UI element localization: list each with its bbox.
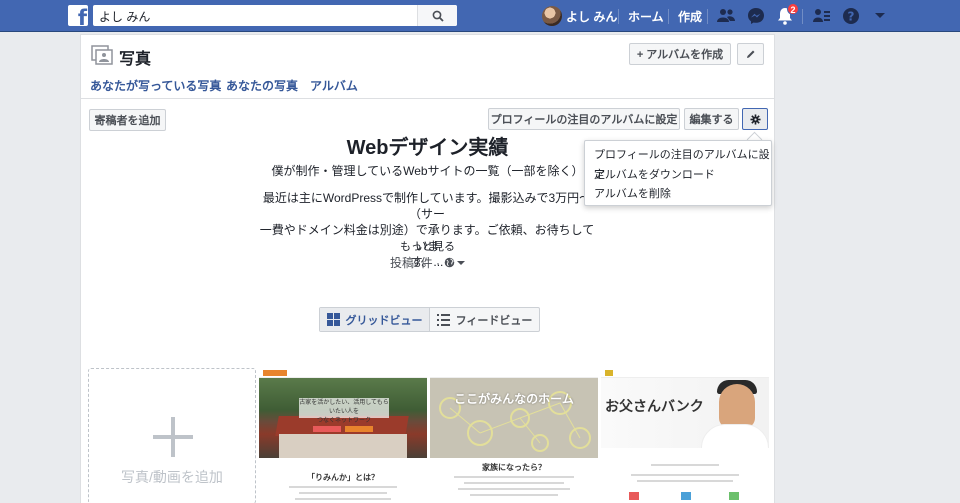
view-toggle: グリッドビュー フィードビュー <box>319 307 540 332</box>
add-photo-video-tile[interactable]: 写真/動画を追加 <box>88 368 256 503</box>
search-icon <box>432 10 444 22</box>
text-line <box>295 498 391 500</box>
menu-item-delete-album[interactable]: アルバムを削除 <box>585 185 771 205</box>
feature-album-button[interactable]: プロフィールの注目のアルバムに設定 <box>488 108 680 130</box>
site-logo <box>605 370 613 376</box>
hero-caption: 古家を活かしたい、活用してもらいたい人を つなぐネットワーク <box>299 398 389 424</box>
thumbnail-content <box>601 448 769 503</box>
photo-thumbnail[interactable]: お父さんバンク <box>601 368 769 503</box>
top-navigation-bar: f よし みん よし みん ホーム 作成 2 ? <box>0 0 960 32</box>
add-contributor-button[interactable]: 寄稿者を追加 <box>89 109 166 131</box>
edit-pencil-button[interactable] <box>737 43 764 65</box>
plus-icon <box>153 417 193 457</box>
photo-thumbnail[interactable]: 古家を活かしたい、活用してもらいたい人を つなぐネットワーク 「りみんか」とは？ <box>259 368 427 503</box>
text-line <box>454 476 574 478</box>
text-line <box>470 494 558 496</box>
account-menu-caret-icon[interactable] <box>870 6 890 26</box>
hero-caption-line: 古家を活かしたい、活用してもらいたい人を <box>299 400 389 415</box>
search-input[interactable]: よし みん <box>99 8 150 25</box>
post-count-text: 投稿3件 · <box>390 256 441 270</box>
add-photo-video-label: 写真/動画を追加 <box>121 469 223 485</box>
album-settings-button[interactable] <box>742 108 768 130</box>
text-line <box>289 486 397 488</box>
feature-icon <box>681 492 691 500</box>
hero-title: ここがみんなのホーム <box>454 392 574 406</box>
nav-divider <box>707 9 708 24</box>
post-count: 投稿3件 · <box>390 254 466 271</box>
help-icon[interactable]: ? <box>841 6 861 26</box>
create-album-button[interactable]: + アルバムを作成 <box>629 43 731 65</box>
home-link[interactable]: ホーム <box>628 8 664 25</box>
list-icon <box>436 313 450 326</box>
tab-your-photos[interactable]: あなたの写真 <box>226 77 298 94</box>
search-box[interactable]: よし みん <box>93 5 457 26</box>
grid-view-button[interactable]: グリッドビュー <box>320 308 430 331</box>
globe-icon <box>444 257 455 268</box>
grid-icon <box>326 313 340 326</box>
quick-help-people-icon[interactable] <box>812 6 832 26</box>
photos-section-icon <box>91 45 113 68</box>
text-line <box>299 492 387 494</box>
feature-icon <box>629 492 639 500</box>
hero-caption-line: つなぐネットワーク <box>316 418 371 424</box>
photos-panel: 写真 + アルバムを作成 あなたが写っている写真 あなたの写真 アルバム 寄稿者… <box>80 34 775 503</box>
section-heading: 「りみんか」とは？ <box>307 473 379 482</box>
tab-albums[interactable]: アルバム <box>310 77 358 94</box>
privacy-selector[interactable] <box>444 257 466 268</box>
text-line <box>464 482 564 484</box>
profile-name-link[interactable]: よし みん <box>566 8 617 25</box>
nav-divider <box>668 9 669 24</box>
thumbnail-site-header <box>601 368 769 378</box>
menu-item-feature-album[interactable]: プロフィールの注目のアルバムに設定 <box>585 146 771 181</box>
text-line <box>631 474 739 476</box>
text-line <box>651 464 719 466</box>
nav-divider <box>802 9 803 24</box>
avatar[interactable] <box>542 6 562 26</box>
friend-requests-icon[interactable] <box>716 6 736 26</box>
create-link[interactable]: 作成 <box>678 8 702 25</box>
person-face-shape <box>719 384 755 428</box>
menu-item-download-album[interactable]: アルバムをダウンロード <box>585 166 771 186</box>
hero-button <box>345 426 373 432</box>
hero-button <box>313 426 341 432</box>
tab-photos-of-you[interactable]: あなたが写っている写真 <box>90 77 221 94</box>
svg-text:?: ? <box>848 10 855 24</box>
photo-thumbnail[interactable]: ここがみんなのホーム 家族になったら？ <box>430 368 598 503</box>
site-logo <box>263 370 287 376</box>
thumbnail-site-header <box>430 368 598 378</box>
album-description-line: 最近は主にWordPressで制作しています。撮影込みで3万円〜（サー <box>262 191 592 221</box>
album-settings-menu: プロフィールの注目のアルバムに設定 アルバムをダウンロード アルバムを削除 <box>584 140 772 206</box>
grid-view-label: グリッドビュー <box>345 314 423 327</box>
notification-count-badge: 2 <box>787 3 799 15</box>
house-wall-shape <box>279 434 407 458</box>
edit-album-button[interactable]: 編集する <box>684 108 739 130</box>
chevron-down-icon <box>457 260 466 265</box>
hero-title: お父さんバンク <box>605 398 704 414</box>
thumbnail-hero-image: お父さんバンク <box>601 378 769 458</box>
photos-header: 写真 + アルバムを作成 あなたが写っている写真 あなたの写真 アルバム <box>81 35 774 99</box>
thumbnail-site-header <box>259 368 427 378</box>
messenger-icon[interactable] <box>746 6 766 26</box>
feed-view-label: フィードビュー <box>455 314 533 327</box>
feature-icon <box>729 492 739 500</box>
text-line <box>637 480 733 482</box>
page-title: 写真 <box>119 51 152 68</box>
nav-divider <box>618 9 619 24</box>
gear-icon <box>749 113 761 125</box>
section-heading: 家族になったら？ <box>482 463 546 472</box>
facebook-logo-icon[interactable]: f <box>68 5 88 26</box>
see-more-link[interactable]: もっと見る <box>81 238 774 254</box>
pencil-icon <box>746 50 754 58</box>
text-line <box>458 488 570 490</box>
search-button[interactable] <box>417 5 457 26</box>
feed-view-button[interactable]: フィードビュー <box>430 308 539 331</box>
